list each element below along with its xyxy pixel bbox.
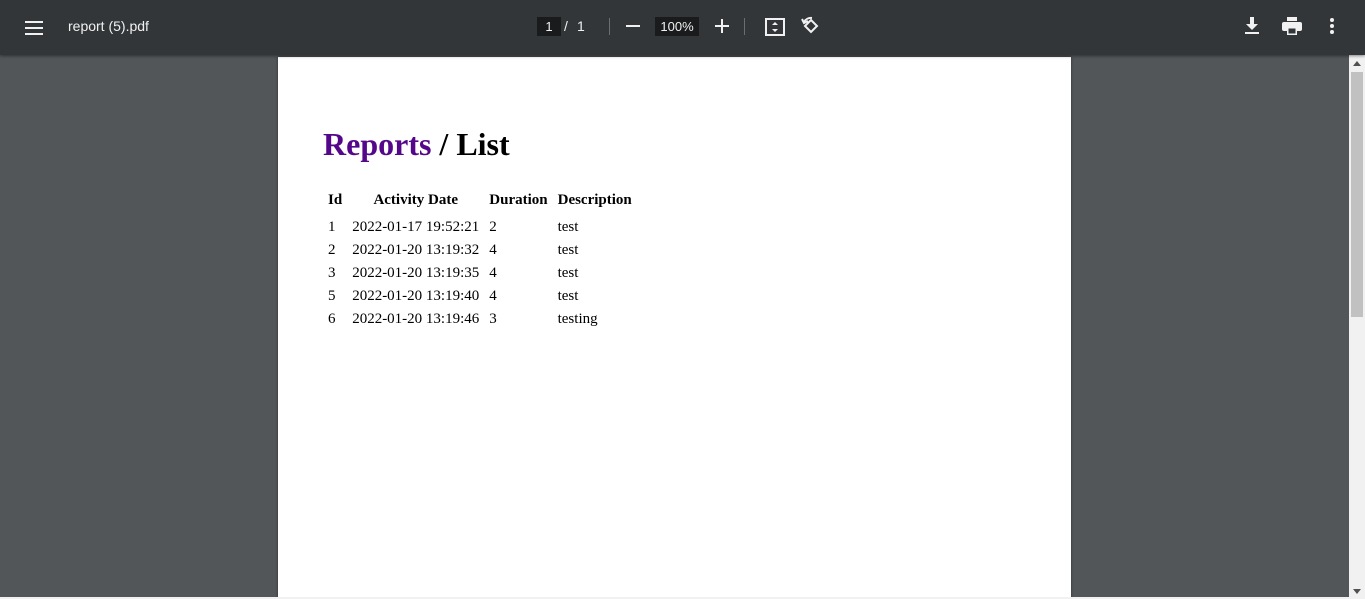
table-row: 6 2022-01-20 13:19:46 3 testing: [323, 308, 637, 331]
table-header-row: Id Activity Date Duration Description: [323, 188, 637, 216]
download-button[interactable]: [1237, 11, 1267, 41]
toolbar-divider: [744, 18, 745, 35]
pdf-page: Reports / List Id Activity Date Duration…: [278, 57, 1071, 599]
scroll-up-arrow-icon[interactable]: [1349, 55, 1365, 71]
download-icon: [1245, 17, 1259, 34]
print-icon: [1282, 17, 1302, 35]
breadcrumb-reports-link: Reports: [323, 126, 432, 162]
cell-duration: 4: [489, 288, 497, 304]
page-total: 1: [577, 18, 585, 34]
cell-duration: 4: [489, 265, 497, 281]
print-button[interactable]: [1277, 11, 1307, 41]
report-table: Id Activity Date Duration Description 1 …: [323, 188, 637, 331]
document-title: report (5).pdf: [68, 18, 149, 34]
cell-description: test: [557, 265, 579, 281]
breadcrumb-current: List: [456, 126, 510, 162]
toolbar-divider: [609, 18, 610, 35]
cell-id: 5: [328, 288, 336, 304]
fit-to-page-icon: [765, 18, 785, 36]
cell-activity-date: 2022-01-17 19:52:21: [352, 219, 480, 235]
breadcrumb-separator: /: [431, 126, 457, 162]
cell-activity-date: 2022-01-20 13:19:35: [352, 265, 480, 281]
table-row: 1 2022-01-17 19:52:21 2 test: [323, 216, 637, 239]
cell-id: 3: [328, 265, 336, 281]
cell-description: test: [557, 242, 579, 258]
more-options-button[interactable]: [1317, 11, 1347, 41]
plus-icon: [715, 19, 729, 33]
column-header-id: Id: [328, 191, 343, 208]
cell-duration: 2: [489, 219, 497, 235]
scrollbar-thumb[interactable]: [1351, 72, 1363, 317]
minus-icon: [626, 25, 640, 27]
more-vertical-icon: [1330, 18, 1334, 34]
cell-description: testing: [557, 311, 598, 327]
zoom-in-button[interactable]: [708, 12, 736, 40]
cell-description: test: [557, 219, 579, 235]
pdf-toolbar: report (5).pdf / 1: [0, 0, 1365, 55]
cell-activity-date: 2022-01-20 13:19:40: [352, 288, 480, 304]
page-title: Reports / List: [323, 124, 510, 164]
vertical-scrollbar[interactable]: [1349, 55, 1365, 599]
table-row: 5 2022-01-20 13:19:40 4 test: [323, 285, 637, 308]
fit-to-page-button[interactable]: [760, 12, 790, 42]
rotate-counterclockwise-icon: [801, 16, 819, 34]
cell-description: test: [557, 288, 579, 304]
page-number-input[interactable]: [537, 17, 561, 36]
cell-id: 2: [328, 242, 336, 258]
hamburger-menu-icon[interactable]: [18, 12, 50, 44]
table-row: 2 2022-01-20 13:19:32 4 test: [323, 239, 637, 262]
cell-duration: 4: [489, 242, 497, 258]
table-row: 3 2022-01-20 13:19:35 4 test: [323, 262, 637, 285]
pdf-viewer[interactable]: Reports / List Id Activity Date Duration…: [0, 55, 1349, 599]
cell-id: 1: [328, 219, 336, 235]
cell-id: 6: [328, 311, 336, 327]
page-separator: /: [564, 18, 568, 34]
cell-activity-date: 2022-01-20 13:19:46: [352, 311, 480, 327]
scroll-down-arrow-icon[interactable]: [1349, 583, 1365, 599]
cell-activity-date: 2022-01-20 13:19:32: [352, 242, 480, 258]
column-header-description: Description: [557, 191, 632, 208]
column-header-activity-date: Activity Date: [373, 191, 458, 208]
zoom-level-input[interactable]: [655, 17, 699, 36]
rotate-button[interactable]: [796, 11, 826, 41]
cell-duration: 3: [489, 311, 497, 327]
column-header-duration: Duration: [489, 191, 548, 208]
zoom-out-button[interactable]: [619, 12, 647, 40]
